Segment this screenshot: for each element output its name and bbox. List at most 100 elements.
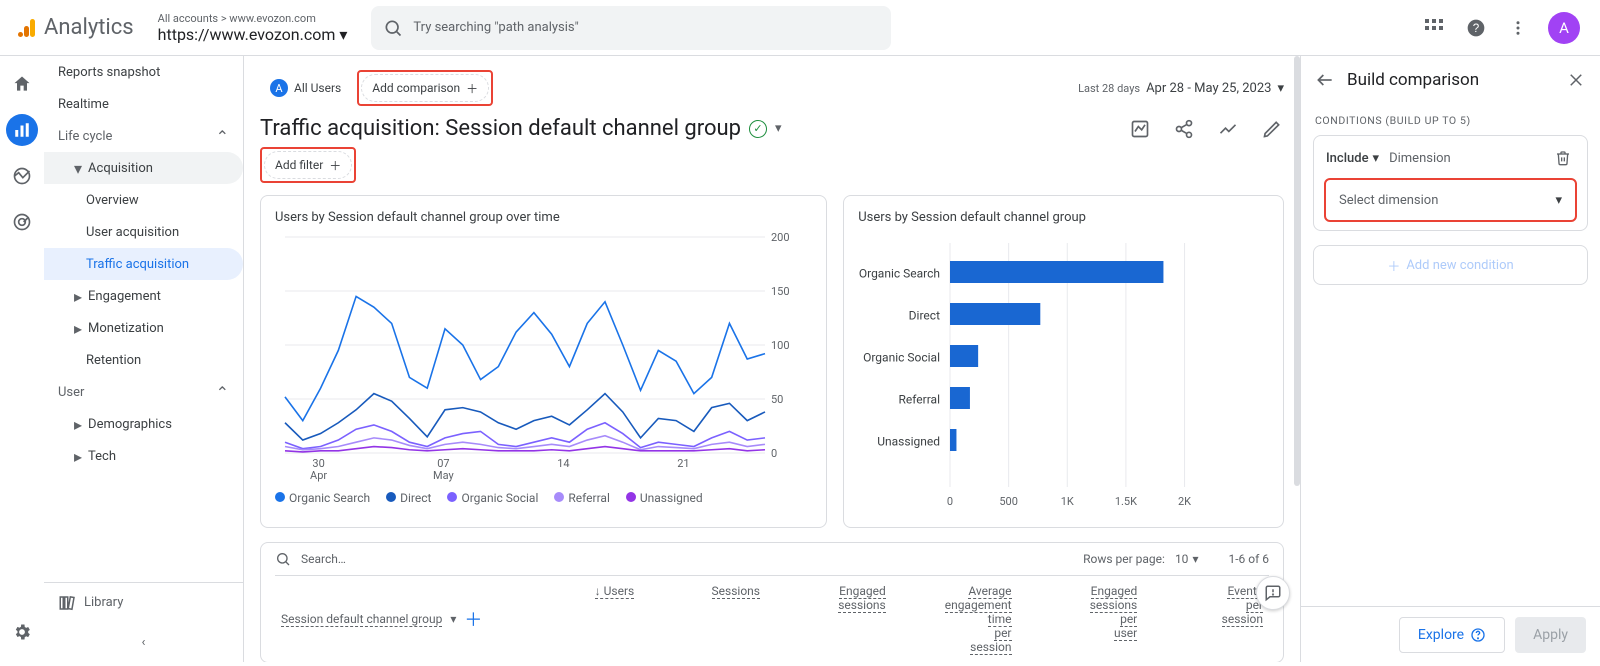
ga-logo-icon [16,16,40,40]
plus-icon: ＋ [329,157,341,174]
svg-text:Direct: Direct [909,309,940,323]
nav-overview[interactable]: Overview [44,184,243,216]
help-icon[interactable]: ? [1464,16,1488,40]
apply-button[interactable]: Apply [1515,617,1586,653]
add-comparison-chip[interactable]: Add comparison ＋ [361,74,489,102]
rail-explore-icon[interactable] [6,160,38,192]
legend-item[interactable]: Organic Search [275,491,370,505]
svg-text:0: 0 [947,495,953,508]
rail-settings-icon[interactable] [6,616,38,648]
chevron-left-icon: ‹ [142,635,146,650]
svg-text:200: 200 [771,233,790,244]
ga-logo[interactable]: Analytics [8,15,150,40]
nav-traffic-acquisition[interactable]: Traffic acquisition [44,248,243,280]
line-legend: Organic Search Direct Organic Social Referr… [275,491,812,505]
table-header: Session default channel group ▾ ＋↓ Users… [275,575,1269,654]
explore-button[interactable]: Explore [1399,617,1505,653]
rows-per-page-label: Rows per page: [1083,552,1165,566]
nav-realtime[interactable]: Realtime [44,88,243,120]
account-property: https://www.evozon.com [158,25,336,44]
left-rail [0,56,44,662]
nav-life-cycle[interactable]: Life cycle ⌃ [44,120,243,152]
chevron-down-icon: ▾ [339,25,347,44]
nav-demographics[interactable]: ▸ Demographics [44,408,243,440]
nav-retention[interactable]: Retention [44,344,243,376]
chevron-right-icon: ▸ [74,447,82,466]
add-condition-button[interactable]: ＋ Add new condition [1313,245,1588,285]
add-filter-chip[interactable]: Add filter ＋ [264,151,352,179]
nav-panel: Reports snapshot Realtime Life cycle ⌃ ▾… [44,56,244,662]
svg-text:0: 0 [771,447,777,460]
table-search[interactable]: Search… [301,552,346,566]
nav-user[interactable]: User ⌃ [44,376,243,408]
svg-text:May: May [433,469,455,482]
include-select[interactable]: Include ▾ [1326,151,1379,166]
svg-text:Organic Search: Organic Search [859,267,940,281]
more-menu-icon[interactable] [1506,16,1530,40]
rail-ads-icon[interactable] [6,206,38,238]
svg-text:150: 150 [771,285,790,298]
nav-library[interactable]: Library [44,582,243,622]
apps-icon[interactable] [1422,16,1446,40]
search-icon [383,18,403,38]
date-range-picker[interactable]: Last 28 days Apr 28 - May 25, 2023 ▾ [1078,81,1284,96]
rail-home-icon[interactable] [6,68,38,100]
chevron-down-icon: ▾ [74,159,82,178]
chevron-right-icon: ▸ [74,415,82,434]
svg-text:2K: 2K [1178,495,1191,508]
avatar[interactable]: A [1548,12,1580,44]
panel-title: Build comparison [1347,70,1554,90]
line-chart[interactable]: 05010015020030Apr07May1421 [275,233,805,483]
global-search[interactable]: Try searching "path analysis" [371,6,891,50]
search-icon [275,551,291,567]
back-icon[interactable] [1313,68,1337,92]
delete-icon[interactable] [1551,146,1575,170]
legend-item[interactable]: Direct [386,491,431,505]
share-icon[interactable] [1172,117,1196,141]
rail-reports-icon[interactable] [6,114,38,146]
condition-box: Include ▾ Dimension Select dimension ▾ [1313,135,1588,231]
data-table: Search… Rows per page: 10▾ 1-6 of 6 Sess… [260,542,1284,662]
close-icon[interactable] [1564,68,1588,92]
svg-text:50: 50 [771,393,783,406]
svg-text:?: ? [1473,22,1480,35]
bar-chart-card: Users by Session default channel group 0… [843,195,1284,528]
legend-item[interactable]: Organic Social [447,491,538,505]
nav-engagement[interactable]: ▸ Engagement [44,280,243,312]
edit-icon[interactable] [1260,117,1284,141]
nav-acquisition[interactable]: ▾ Acquisition [44,152,243,184]
conditions-label: CONDITIONS (BUILD UP TO 5) [1301,104,1600,127]
chevron-down-icon[interactable]: ▾ [450,612,456,626]
logo-label: Analytics [44,15,134,40]
feedback-icon[interactable] [1256,576,1290,610]
bar-chart[interactable]: 05001K1.5K2KOrganic SearchDirectOrganic … [858,233,1218,513]
nav-collapse[interactable]: ‹ [44,622,243,662]
scrollbar[interactable] [1292,56,1300,666]
nav-user-acquisition[interactable]: User acquisition [44,216,243,248]
nav-tech[interactable]: ▸ Tech [44,440,243,472]
account-switcher[interactable]: All accounts > www.evozon.com https://ww… [150,8,356,48]
status-ok-icon[interactable]: ✓ [749,120,767,138]
chevron-up-icon: ⌃ [216,127,229,146]
svg-text:Apr: Apr [310,469,327,482]
nav-monetization[interactable]: ▸ Monetization [44,312,243,344]
segment-all-users[interactable]: A All Users [260,74,351,102]
nav-reports-snapshot[interactable]: Reports snapshot [44,56,243,88]
insights-icon[interactable] [1128,117,1152,141]
build-comparison-panel: Build comparison CONDITIONS (BUILD UP TO… [1300,56,1600,662]
chevron-right-icon: ▸ [74,287,82,306]
trend-icon[interactable] [1216,117,1240,141]
svg-text:500: 500 [1000,495,1019,508]
line-chart-title: Users by Session default channel group o… [275,210,812,225]
add-dimension-icon[interactable]: ＋ [464,606,482,632]
chevron-down-icon[interactable]: ▾ [775,121,782,136]
legend-item[interactable]: Referral [554,491,610,505]
legend-item[interactable]: Unassigned [626,491,703,505]
page-title: Traffic acquisition: Session default cha… [260,116,741,141]
rows-per-page-select[interactable]: 10▾ [1175,552,1199,566]
select-dimension-dropdown[interactable]: Select dimension ▾ [1326,180,1575,220]
account-path: All accounts > www.evozon.com [158,12,348,25]
topbar: Analytics All accounts > www.evozon.com … [0,0,1600,56]
search-placeholder: Try searching "path analysis" [413,20,578,35]
plus-icon: ＋ [1387,256,1400,275]
